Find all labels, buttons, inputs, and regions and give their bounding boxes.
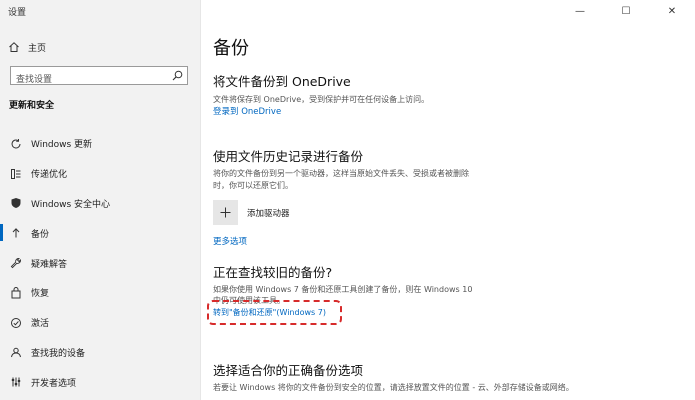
sidebar-item-backup[interactable]: 备份 — [0, 218, 200, 248]
sidebar-nav: Windows 更新 传递优化 Windows 安全中心 备份 疑难解答 恢复 … — [0, 129, 200, 397]
sync-icon — [11, 138, 21, 149]
sidebar-item-label: 激活 — [31, 319, 50, 330]
search-icon[interactable] — [172, 70, 183, 81]
sidebar-item-troubleshoot[interactable]: 疑难解答 — [0, 248, 200, 278]
sidebar-item-label: Windows 更新 — [31, 140, 93, 151]
sidebar-item-label: 疑难解答 — [31, 259, 68, 270]
sidebar-item-label: 查找我的设备 — [31, 348, 86, 359]
file-history-description-line2: 时，你可以还原它们。 — [213, 181, 293, 190]
older-backup-heading: 正在查找较旧的备份? — [213, 265, 333, 280]
sidebar-item-label: 开发者选项 — [31, 378, 77, 389]
wrench-icon — [10, 258, 21, 269]
sidebar-item-developer-options[interactable]: 开发者选项 — [0, 367, 200, 397]
search-box[interactable] — [10, 66, 188, 89]
shield-icon — [11, 198, 21, 209]
plus-icon — [220, 207, 231, 218]
backup-arrow-icon — [12, 228, 20, 238]
developer-icon — [11, 377, 21, 387]
sidebar-item-label: 传递优化 — [31, 170, 68, 181]
page-title: 备份 — [213, 38, 249, 59]
sidebar-item-activation[interactable]: 激活 — [0, 308, 200, 338]
sidebar: 设置 主页 更新和安全 Windows 更新 — [0, 0, 201, 400]
choose-backup-heading: 选择适合你的正确备份选项 — [213, 363, 364, 378]
sidebar-item-find-my-device[interactable]: 查找我的设备 — [0, 338, 200, 368]
file-history-heading: 使用文件历史记录进行备份 — [213, 149, 364, 164]
main-content: 备份 将文件备份到 OneDrive 文件将保存到 OneDrive，受到保护并… — [207, 0, 683, 400]
more-options-link[interactable]: 更多选项 — [213, 235, 247, 247]
section-title: 更新和安全 — [9, 101, 55, 111]
sidebar-item-windows-security[interactable]: Windows 安全中心 — [0, 189, 200, 219]
sidebar-item-label: Windows 安全中心 — [31, 199, 111, 210]
backup-restore-windows7-link[interactable]: 转到"备份和还原"(Windows 7) — [213, 307, 326, 318]
sidebar-item-label: 备份 — [31, 229, 50, 240]
home-label: 主页 — [28, 43, 47, 54]
activation-icon — [11, 317, 21, 328]
choose-backup-description: 若要让 Windows 将你的文件备份到安全的位置，请选择放置文件的位置 - 云… — [213, 383, 574, 392]
onedrive-signin-link[interactable]: 登录到 OneDrive — [213, 105, 281, 117]
sidebar-item-label: 恢复 — [31, 289, 50, 300]
sidebar-item-recovery[interactable]: 恢复 — [0, 278, 200, 308]
recovery-icon — [11, 286, 21, 299]
delivery-optimization-icon — [11, 168, 21, 179]
search-input[interactable] — [11, 71, 161, 89]
home-icon — [9, 42, 19, 52]
sidebar-item-delivery-optimization[interactable]: 传递优化 — [0, 159, 200, 189]
find-device-icon — [11, 348, 21, 358]
sidebar-item-windows-update[interactable]: Windows 更新 — [0, 129, 200, 159]
onedrive-heading: 将文件备份到 OneDrive — [213, 74, 351, 89]
settings-window: 设置 主页 更新和安全 Windows 更新 — [0, 0, 695, 400]
file-history-description-line1: 将你的文件备份到另一个驱动器，这样当原始文件丢失、受损或者被删除 — [213, 169, 469, 178]
add-drive-button[interactable]: 添加驱动器 — [213, 200, 290, 225]
sidebar-home[interactable]: 主页 — [8, 39, 46, 55]
window-title: 设置 — [8, 8, 27, 18]
add-drive-label: 添加驱动器 — [247, 208, 290, 219]
older-backup-description-line1: 如果你使用 Windows 7 备份和还原工具创建了备份，则在 Windows … — [213, 285, 473, 294]
add-drive-tile[interactable] — [213, 200, 238, 225]
onedrive-description: 文件将保存到 OneDrive，受到保护并可在任何设备上访问。 — [213, 95, 430, 104]
